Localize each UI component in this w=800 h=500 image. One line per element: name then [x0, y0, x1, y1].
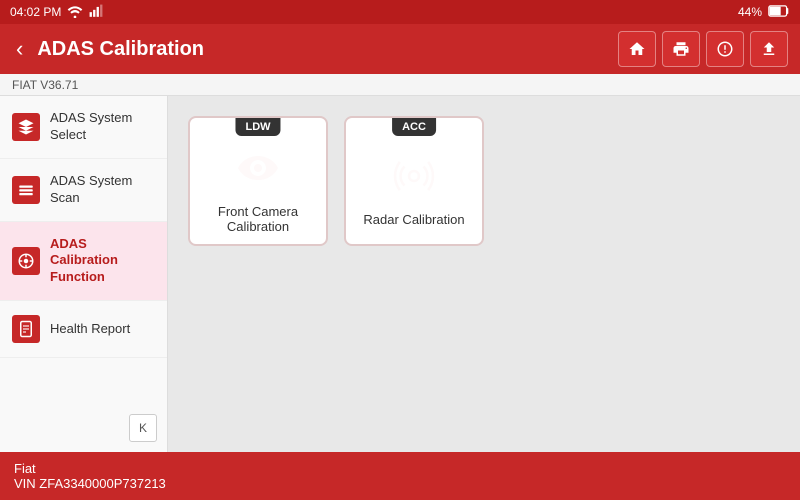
print-button[interactable] [662, 31, 700, 67]
vehicle-vin: VIN ZFA3340000P737213 [14, 476, 166, 491]
sidebar-item-adas-system-scan[interactable]: ADAS System Scan [0, 159, 167, 222]
sidebar-item-health-report[interactable]: Health Report [0, 301, 167, 358]
page-title: ADAS Calibration [37, 38, 204, 61]
sidebar-item-adas-system-select[interactable]: ADAS System Select [0, 96, 167, 159]
adas-scan-icon [12, 176, 40, 204]
health-report-icon [12, 315, 40, 343]
battery-percent: 44% [738, 5, 762, 19]
collapse-button[interactable]: K [129, 414, 157, 442]
export-button[interactable] [750, 31, 788, 67]
status-bar: 04:02 PM 44% [0, 0, 800, 24]
collapse-label: K [139, 421, 147, 435]
vehicle-info: Fiat VIN ZFA3340000P737213 [14, 461, 166, 491]
bottom-bar: Fiat VIN ZFA3340000P737213 [0, 452, 800, 500]
sidebar-item-label: ADAS Calibration Function [50, 236, 155, 287]
time-display: 04:02 PM [10, 5, 61, 19]
version-text: FIAT V36.71 [12, 78, 78, 92]
sidebar-item-label: ADAS System Scan [50, 173, 155, 207]
radar-label: Radar Calibration [355, 212, 472, 227]
sidebar-item-adas-calibration-function[interactable]: ADAS Calibration Function [0, 222, 167, 302]
adas-calibration-icon [12, 247, 40, 275]
front-camera-card[interactable]: LDW Front Camera Calibration [188, 116, 328, 246]
camera-icon [233, 148, 283, 198]
sidebar-item-label: ADAS System Select [50, 110, 155, 144]
ldw-badge: LDW [235, 118, 280, 136]
front-camera-label: Front Camera Calibration [190, 204, 326, 234]
radar-calibration-card[interactable]: ACC Radar Calibration [344, 116, 484, 246]
status-left: 04:02 PM [10, 4, 103, 21]
wifi-icon [67, 4, 83, 21]
back-button[interactable]: ‹ [12, 32, 27, 66]
vehicle-make: Fiat [14, 461, 166, 476]
version-bar: FIAT V36.71 [0, 74, 800, 96]
radar-icon [389, 156, 439, 206]
battery-icon [768, 5, 790, 20]
adas-select-icon [12, 113, 40, 141]
main-layout: ADAS System Select ADAS System Scan ADAS… [0, 96, 800, 452]
header-left: ‹ ADAS Calibration [12, 32, 204, 66]
status-right: 44% [738, 5, 790, 20]
sidebar: ADAS System Select ADAS System Scan ADAS… [0, 96, 168, 452]
sidebar-item-label: Health Report [50, 321, 130, 338]
content-area: LDW Front Camera Calibration ACC [168, 96, 800, 452]
signal-icon [89, 4, 103, 21]
home-button[interactable] [618, 31, 656, 67]
header-actions [618, 31, 788, 67]
header: ‹ ADAS Calibration [0, 24, 800, 74]
acc-badge: ACC [392, 118, 436, 136]
adas-button[interactable] [706, 31, 744, 67]
